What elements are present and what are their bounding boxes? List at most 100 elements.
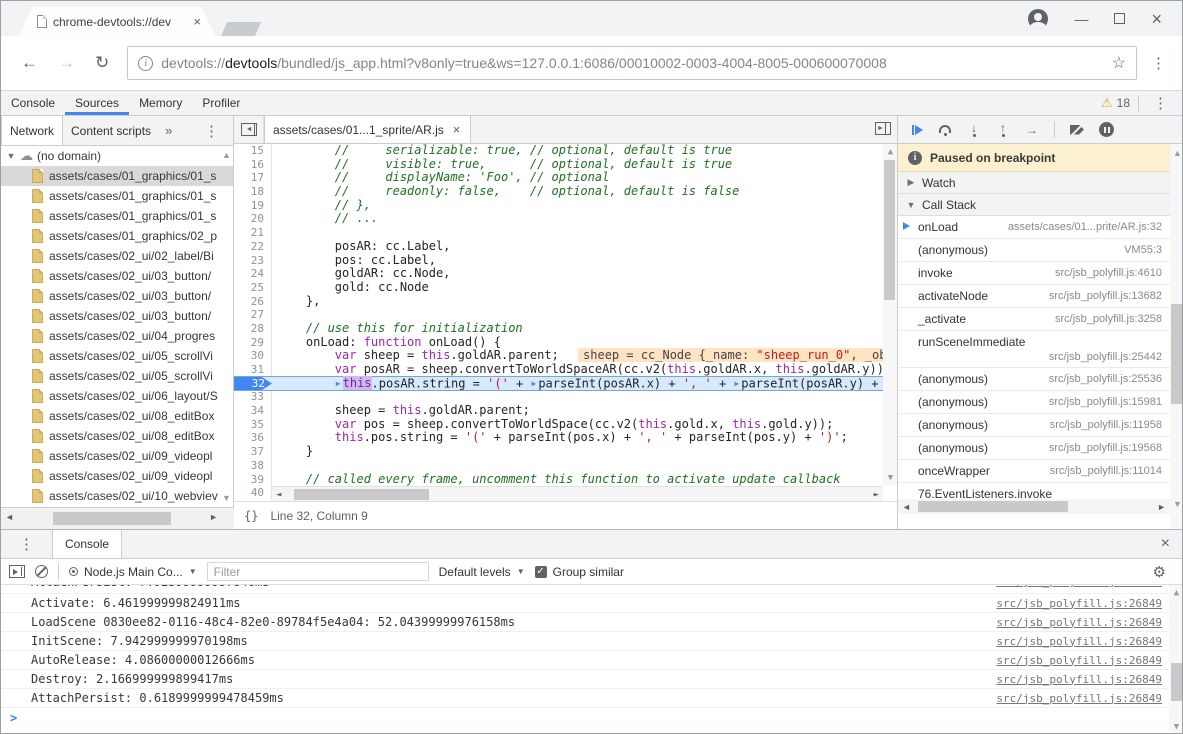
line-number[interactable]: 20 bbox=[234, 212, 272, 226]
scrollbar-thumb[interactable] bbox=[884, 160, 895, 300]
window-close-button[interactable]: × bbox=[1151, 10, 1162, 28]
line-number[interactable]: 19 bbox=[234, 199, 272, 213]
line-number[interactable]: 18 bbox=[234, 185, 272, 199]
scroll-left-icon[interactable]: ◄ bbox=[902, 502, 911, 512]
tree-item-file[interactable]: assets/cases/02_ui/08_editBox bbox=[1, 426, 233, 446]
drawer-tab-console[interactable]: Console bbox=[52, 530, 122, 558]
navigator-toggle-button[interactable]: ◄ bbox=[234, 116, 264, 143]
tree-item-file[interactable]: assets/cases/02_ui/05_scrollVi bbox=[1, 346, 233, 366]
debugger-toggle-button[interactable]: ► bbox=[875, 122, 891, 135]
line-number[interactable]: 28 bbox=[234, 322, 272, 336]
call-stack-frame[interactable]: (anonymous)src/jsb_polyfill.js:15981 bbox=[898, 391, 1183, 414]
console-source-link[interactable]: src/jsb_polyfill.js:26849 bbox=[996, 692, 1162, 705]
tree-item-file[interactable]: assets/cases/02_ui/03_button/ bbox=[1, 266, 233, 286]
maximize-button[interactable] bbox=[1114, 13, 1125, 24]
call-stack-frame[interactable]: _activatesrc/jsb_polyfill.js:3258 bbox=[898, 308, 1183, 331]
frame-source-location[interactable]: src/jsb_polyfill.js:13682 bbox=[1049, 290, 1162, 302]
minimize-button[interactable]: — bbox=[1074, 12, 1088, 26]
console-source-link[interactable]: src/jsb_polyfill.js:26849 bbox=[996, 616, 1162, 629]
frame-source-location[interactable]: VM55:3 bbox=[1124, 244, 1162, 256]
scroll-left-icon[interactable]: ◄ bbox=[276, 490, 281, 500]
tree-item-file[interactable]: assets/cases/02_ui/09_videopl bbox=[1, 446, 233, 466]
tab-profiler[interactable]: Profiler bbox=[192, 91, 250, 115]
browser-menu-icon[interactable]: ⋮ bbox=[1151, 54, 1166, 72]
line-number[interactable]: 30 bbox=[234, 349, 272, 363]
scroll-down-icon[interactable]: ▼ bbox=[1172, 499, 1183, 509]
browser-tab[interactable]: chrome-devtools://dev × bbox=[19, 7, 215, 36]
call-stack-frame[interactable]: (anonymous)src/jsb_polyfill.js:19568 bbox=[898, 437, 1183, 460]
scroll-left-icon[interactable]: ◄ bbox=[5, 512, 14, 522]
address-bar[interactable]: i devtools://devtools/bundled/js_app.htm… bbox=[127, 46, 1137, 80]
scrollbar-thumb[interactable] bbox=[918, 501, 1068, 512]
filter-input[interactable] bbox=[207, 562, 429, 581]
bookmark-star-icon[interactable]: ☆ bbox=[1112, 53, 1126, 73]
navigator-menu-icon[interactable]: ⋮ bbox=[190, 116, 233, 145]
code-editor[interactable]: 15 // serializable: true, // optional, d… bbox=[234, 144, 897, 501]
line-number[interactable]: 23 bbox=[234, 254, 272, 268]
line-number[interactable]: 16 bbox=[234, 158, 272, 172]
site-info-icon[interactable]: i bbox=[138, 56, 153, 71]
console-source-link[interactable]: src/jsb_polyfill.js:26849 bbox=[996, 635, 1162, 648]
line-number[interactable]: 15 bbox=[234, 144, 272, 158]
tree-item-file[interactable]: assets/cases/01_graphics/01_s bbox=[1, 206, 233, 226]
tree-item-file[interactable]: assets/cases/02_ui/04_progres bbox=[1, 326, 233, 346]
resume-button[interactable] bbox=[912, 125, 923, 135]
tree-item-file[interactable]: assets/cases/02_ui/03_button/ bbox=[1, 306, 233, 326]
editor-vertical-scrollbar[interactable]: ▲ ▼ bbox=[883, 144, 897, 486]
call-stack-frame[interactable]: onLoadassets/cases/01...prite/AR.js:32 bbox=[898, 216, 1183, 239]
console-source-link[interactable]: src/jsb_polyfill.js:26849 bbox=[996, 585, 1162, 588]
line-number[interactable]: 27 bbox=[234, 308, 272, 322]
scrollbar-thumb[interactable] bbox=[1171, 304, 1182, 404]
scroll-down-icon[interactable]: ▼ bbox=[1171, 722, 1182, 732]
scroll-up-icon[interactable]: ▲ bbox=[221, 150, 232, 160]
call-stack-frame[interactable]: runSceneImmediatesrc/jsb_polyfill.js:254… bbox=[898, 331, 1183, 368]
frame-source-location[interactable]: src/jsb_polyfill.js:25536 bbox=[1049, 373, 1162, 385]
scroll-up-icon[interactable]: ▲ bbox=[1172, 148, 1183, 158]
editor-horizontal-scrollbar[interactable]: ◄ ► bbox=[272, 486, 883, 501]
call-stack-frame[interactable]: invokesrc/jsb_polyfill.js:4610 bbox=[898, 262, 1183, 285]
console-vertical-scrollbar[interactable]: ▲ ▼ bbox=[1169, 585, 1183, 734]
drawer-menu-icon[interactable]: ⋮ bbox=[1, 530, 52, 558]
frame-source-location[interactable]: src/jsb_polyfill.js:15981 bbox=[1049, 396, 1162, 408]
tab-console[interactable]: Console bbox=[1, 91, 65, 115]
tree-horizontal-scrollbar[interactable]: ◄ ► bbox=[1, 507, 234, 529]
step-out-button[interactable]: ↑ bbox=[996, 123, 1010, 137]
console-settings-gear-icon[interactable]: ⚙ bbox=[1153, 563, 1176, 581]
checkbox-checked-icon[interactable]: ✓ bbox=[535, 566, 547, 578]
tree-item-file[interactable]: assets/cases/02_ui/08_editBox bbox=[1, 406, 233, 426]
scrollbar-thumb[interactable] bbox=[1171, 663, 1182, 701]
line-number[interactable]: 22 bbox=[234, 240, 272, 254]
execution-context-selector[interactable]: Node.js Main Co... ▼ bbox=[69, 565, 197, 579]
line-number[interactable]: 25 bbox=[234, 281, 272, 295]
call-stack-frame[interactable]: activateNodesrc/jsb_polyfill.js:13682 bbox=[898, 285, 1183, 308]
log-levels-dropdown[interactable]: Default levels ▼ bbox=[439, 565, 525, 579]
deactivate-breakpoints-button[interactable] bbox=[1070, 125, 1084, 135]
back-icon[interactable]: ← bbox=[21, 53, 38, 73]
more-tabs-icon[interactable]: » bbox=[159, 116, 178, 145]
step-button[interactable]: → bbox=[1025, 123, 1039, 137]
step-into-button[interactable]: ↓ bbox=[967, 123, 981, 137]
tree-item-file[interactable]: assets/cases/01_graphics/01_s bbox=[1, 166, 233, 186]
frame-source-location[interactable]: src/jsb_polyfill.js:3258 bbox=[1055, 313, 1162, 325]
call-stack-frame[interactable]: onceWrappersrc/jsb_polyfill.js:11014 bbox=[898, 460, 1183, 483]
line-number[interactable]: 31 bbox=[234, 363, 272, 377]
tab-sources[interactable]: Sources bbox=[65, 91, 129, 115]
line-number[interactable]: 17 bbox=[234, 171, 272, 185]
scroll-right-icon[interactable]: ► bbox=[209, 512, 218, 522]
call-stack-frame[interactable]: (anonymous)VM55:3 bbox=[898, 239, 1183, 262]
tree-item-file[interactable]: assets/cases/02_ui/09_videopl bbox=[1, 466, 233, 486]
line-number[interactable]: 33 bbox=[234, 390, 272, 404]
group-similar-toggle[interactable]: ✓ Group similar bbox=[535, 565, 624, 579]
console-prompt[interactable]: > bbox=[1, 708, 1183, 727]
line-number[interactable]: 37 bbox=[234, 445, 272, 459]
call-stack-section-header[interactable]: ▼ Call Stack bbox=[898, 194, 1183, 216]
tree-item-file[interactable]: assets/cases/02_ui/05_scrollVi bbox=[1, 366, 233, 386]
scroll-right-icon[interactable]: ► bbox=[1157, 502, 1166, 512]
frame-source-location[interactable]: src/jsb_polyfill.js:11014 bbox=[1050, 465, 1162, 477]
reload-icon[interactable]: ↻ bbox=[95, 53, 109, 73]
line-number[interactable]: 34 bbox=[234, 404, 272, 418]
editor-tab-close-icon[interactable]: × bbox=[451, 121, 463, 138]
console-sidebar-toggle-icon[interactable] bbox=[9, 565, 25, 578]
debugger-vertical-scrollbar[interactable]: ▲ ▼ bbox=[1170, 144, 1183, 529]
new-tab-button[interactable] bbox=[221, 22, 261, 36]
